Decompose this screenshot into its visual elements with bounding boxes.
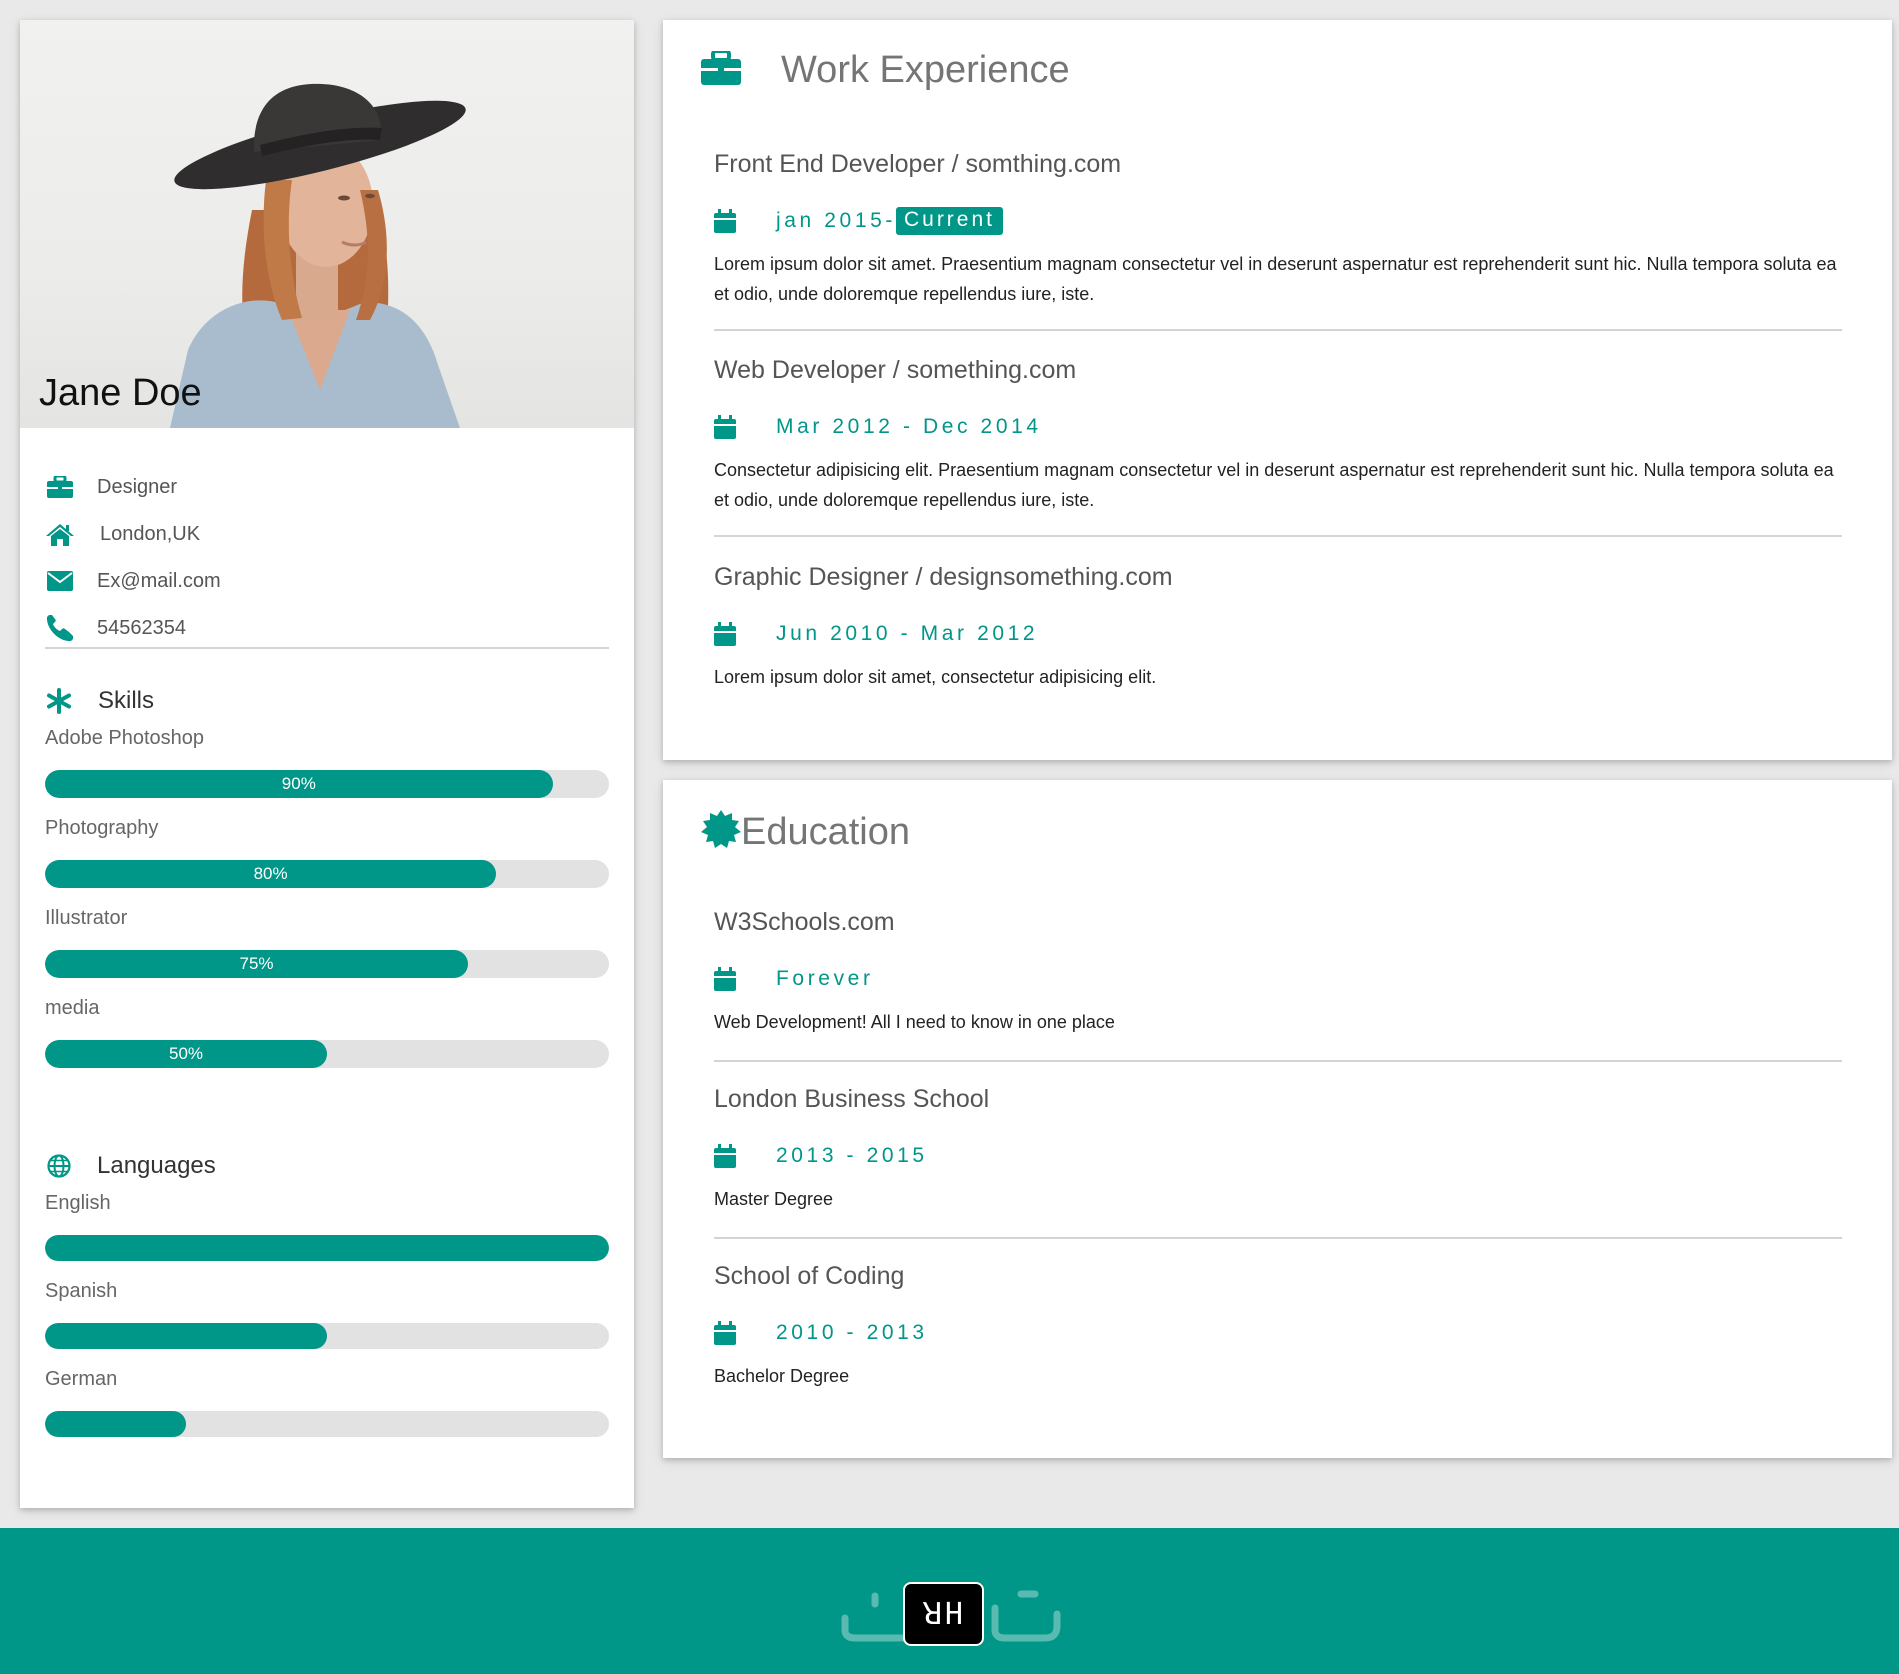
language-bar-spanish xyxy=(45,1323,609,1349)
footer-logo[interactable]: ꓤH xyxy=(903,1582,984,1646)
briefcase-icon xyxy=(45,472,75,502)
language-bar-english xyxy=(45,1235,609,1261)
languages-title: Languages xyxy=(97,1152,216,1179)
phone-icon xyxy=(45,613,75,643)
contact-divider xyxy=(45,647,609,649)
skills-header: Skills xyxy=(44,686,154,716)
language-bar-german xyxy=(45,1411,609,1437)
skill-label: Illustrator xyxy=(45,907,128,929)
entry-title: London Business School xyxy=(714,1085,990,1113)
entry-date: 2013 - 2015 xyxy=(776,1144,928,1167)
skills-title: Skills xyxy=(98,687,155,714)
info-role: Designer xyxy=(45,472,177,502)
skill-fill: 50% xyxy=(45,1040,327,1068)
skill-label: Photography xyxy=(45,817,159,839)
skill-bar-photography: 80% xyxy=(45,860,609,888)
entry-divider xyxy=(714,1237,1842,1239)
education-entry: School of Coding 2010 - 2013 Bachelor De… xyxy=(714,1262,1842,1391)
education-card: Education W3Schools.com Forever Web Deve… xyxy=(663,780,1892,1458)
entry-title: Front End Developer / somthing.com xyxy=(714,150,1122,178)
profile-name: Jane Doe xyxy=(39,372,202,414)
info-location: London,UK xyxy=(45,519,200,549)
work-experience-card: Work Experience Front End Developer / so… xyxy=(663,20,1892,760)
calendar-icon xyxy=(714,209,736,233)
entry-date-row: 2010 - 2013 xyxy=(714,1317,1842,1349)
entry-date: 2010 - 2013 xyxy=(776,1321,928,1344)
entry-title: Graphic Designer / designsomething.com xyxy=(714,563,1173,591)
work-title: Work Experience xyxy=(781,49,1070,91)
entry-date-row: jan 2015- Current xyxy=(714,205,1842,237)
skill-label: media xyxy=(45,997,100,1019)
calendar-icon xyxy=(714,415,736,439)
entry-date: Jun 2010 - Mar 2012 xyxy=(776,622,1039,645)
email-text: Ex@mail.com xyxy=(97,569,221,592)
globe-icon xyxy=(44,1151,74,1181)
education-title: Education xyxy=(741,811,911,853)
asterisk-icon xyxy=(44,686,74,716)
education-entry: London Business School 2013 - 2015 Maste… xyxy=(714,1085,1842,1214)
current-badge: Current xyxy=(895,207,1003,235)
language-fill xyxy=(45,1411,186,1437)
entry-description: Web Development! All I need to know in o… xyxy=(714,1012,1115,1032)
info-phone: 54562354 xyxy=(45,613,186,643)
calendar-icon xyxy=(714,622,736,646)
role-text: Designer xyxy=(97,475,178,498)
location-text: London,UK xyxy=(100,522,201,545)
skill-label: Adobe Photoshop xyxy=(45,727,205,749)
work-header: Work Experience xyxy=(701,49,1070,92)
briefcase-icon xyxy=(701,49,741,90)
entry-title: School of Coding xyxy=(714,1262,905,1290)
language-fill xyxy=(45,1323,327,1349)
profile-photo: Jane Doe xyxy=(20,20,634,428)
entry-date-row: Forever xyxy=(714,963,1842,995)
languages-header: Languages xyxy=(44,1151,216,1181)
footer: ꓤH xyxy=(0,1528,1899,1674)
entry-divider xyxy=(714,1060,1842,1062)
work-entry: Graphic Designer / designsomething.com J… xyxy=(714,563,1842,692)
entry-date-row: Jun 2010 - Mar 2012 xyxy=(714,618,1842,650)
entry-description: Lorem ipsum dolor sit amet, consectetur … xyxy=(714,667,1157,687)
envelope-icon xyxy=(45,566,75,596)
entry-date: Mar 2012 - Dec 2014 xyxy=(776,415,1042,438)
skill-bar-media: 50% xyxy=(45,1040,609,1068)
profile-card: Jane Doe Designer London,UK Ex@mail.com … xyxy=(20,20,634,1508)
language-label: Spanish xyxy=(45,1280,118,1302)
entry-description: Consectetur adipisicing elit. Praesentiu… xyxy=(714,460,1834,510)
certificate-icon xyxy=(701,810,741,855)
info-email: Ex@mail.com xyxy=(45,566,221,596)
language-label: English xyxy=(45,1192,111,1214)
education-entry: W3Schools.com Forever Web Development! A… xyxy=(714,908,1842,1037)
entry-description: Bachelor Degree xyxy=(714,1366,850,1386)
entry-description: Master Degree xyxy=(714,1189,834,1209)
work-entry: Front End Developer / somthing.com jan 2… xyxy=(714,150,1842,309)
entry-date: jan 2015- xyxy=(776,209,896,232)
entry-title: Web Developer / something.com xyxy=(714,356,1077,384)
entry-divider xyxy=(714,329,1842,331)
skill-fill: 75% xyxy=(45,950,468,978)
education-header: Education xyxy=(701,810,910,855)
entry-date-row: Mar 2012 - Dec 2014 xyxy=(714,411,1842,443)
entry-date-row: 2013 - 2015 xyxy=(714,1140,1842,1172)
skill-fill: 80% xyxy=(45,860,497,888)
language-fill xyxy=(45,1235,609,1261)
entry-date: Forever xyxy=(776,967,874,990)
calendar-icon xyxy=(714,1321,736,1345)
skill-bar-photoshop: 90% xyxy=(45,770,609,798)
entry-divider xyxy=(714,535,1842,537)
entry-description: Lorem ipsum dolor sit amet. Praesentium … xyxy=(714,254,1837,304)
phone-text: 54562354 xyxy=(97,616,186,639)
skill-fill: 90% xyxy=(45,770,553,798)
calendar-icon xyxy=(714,1144,736,1168)
skill-bar-illustrator: 75% xyxy=(45,950,609,978)
home-icon xyxy=(45,519,75,549)
entry-title: W3Schools.com xyxy=(714,908,895,936)
language-label: German xyxy=(45,1368,118,1390)
calendar-icon xyxy=(714,967,736,991)
work-entry: Web Developer / something.com Mar 2012 -… xyxy=(714,356,1842,515)
